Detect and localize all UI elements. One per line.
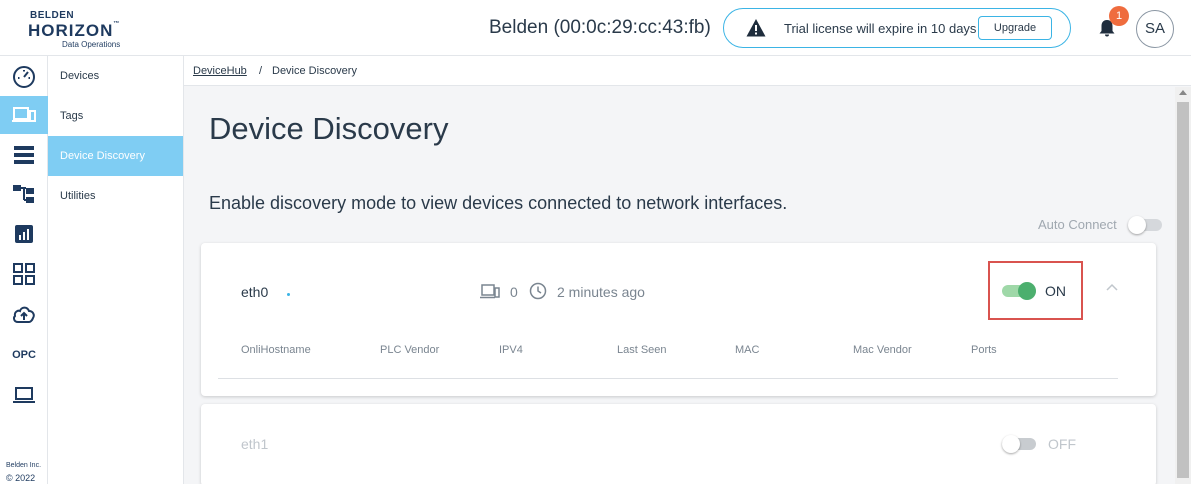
rail-item-laptop[interactable] bbox=[0, 376, 48, 414]
trial-license-banner: Trial license will expire in 10 days Upg… bbox=[723, 8, 1071, 48]
table-divider bbox=[218, 378, 1118, 379]
laptop-icon bbox=[13, 387, 35, 403]
rail-item-dashboard[interactable] bbox=[0, 58, 48, 96]
column-header-ports[interactable]: Ports bbox=[971, 344, 997, 356]
subnav-item-device-discovery[interactable]: Device Discovery bbox=[48, 136, 183, 176]
trial-license-text: Trial license will expire in 10 days bbox=[784, 21, 977, 36]
breadcrumb-devicehub[interactable]: DeviceHub bbox=[193, 65, 247, 77]
footer-copyright: © 2022 bbox=[6, 473, 36, 483]
eth1-status-label: OFF bbox=[1048, 436, 1076, 452]
toggle-knob bbox=[1002, 435, 1020, 453]
column-header-mac-vendor[interactable]: Mac Vendor bbox=[853, 344, 912, 356]
logo-line-1: BELDEN bbox=[30, 10, 75, 21]
rail-item-cloud[interactable] bbox=[0, 296, 48, 334]
upgrade-button[interactable]: Upgrade bbox=[978, 16, 1052, 40]
clock-icon bbox=[529, 282, 547, 300]
status-dot-icon bbox=[287, 293, 290, 296]
breadcrumb: DeviceHub / Device Discovery bbox=[184, 56, 1191, 86]
logo-line-2: HORIZON™ bbox=[28, 21, 121, 40]
subnav-item-tags[interactable]: Tags bbox=[48, 96, 183, 136]
cloud-upload-icon bbox=[13, 306, 35, 323]
page-description: Enable discovery mode to view devices co… bbox=[209, 193, 788, 213]
toggle-knob bbox=[1128, 216, 1146, 234]
devices-icon bbox=[12, 107, 36, 122]
column-header-ipv4[interactable]: IPV4 bbox=[499, 344, 523, 356]
footer-company: Belden Inc. bbox=[6, 462, 42, 469]
eth0-status-label: ON bbox=[1045, 283, 1066, 299]
column-header-hostname[interactable]: OnliHostname bbox=[241, 344, 311, 356]
subnav-item-devices[interactable]: Devices bbox=[48, 56, 183, 96]
page-title: Device Discovery bbox=[209, 111, 449, 146]
interface-name: eth0 bbox=[241, 284, 269, 300]
user-avatar[interactable]: SA bbox=[1136, 10, 1174, 48]
rail-item-opc[interactable]: OPC bbox=[0, 336, 48, 374]
breadcrumb-current: Device Discovery bbox=[272, 65, 357, 77]
rail-item-list[interactable] bbox=[0, 136, 48, 174]
last-seen-time: 2 minutes ago bbox=[557, 284, 645, 300]
devices-count-icon bbox=[480, 284, 500, 299]
app-header: BELDEN HORIZON™ Data Operations Belden (… bbox=[0, 0, 1191, 56]
interface-name: eth1 bbox=[241, 436, 269, 452]
auto-connect-toggle[interactable] bbox=[1128, 216, 1162, 234]
subnav-item-utilities[interactable]: Utilities bbox=[48, 176, 183, 216]
column-header-last-seen[interactable]: Last Seen bbox=[617, 344, 667, 356]
list-icon bbox=[14, 146, 34, 164]
copyright-footer: Belden Inc. © 2022 bbox=[6, 460, 41, 484]
rail-item-devices[interactable] bbox=[0, 96, 48, 134]
column-header-mac[interactable]: MAC bbox=[735, 344, 759, 356]
device-count: 0 bbox=[510, 284, 518, 300]
rail-item-analytics[interactable] bbox=[0, 215, 48, 253]
rail-item-hierarchy[interactable] bbox=[0, 175, 48, 213]
warning-icon bbox=[746, 19, 766, 37]
eth0-discovery-toggle[interactable] bbox=[1002, 282, 1036, 300]
chevron-up-icon[interactable] bbox=[1105, 283, 1119, 293]
interface-card-eth0: eth0 0 2 minutes ago ON OnliHostname PLC… bbox=[201, 243, 1156, 396]
notification-badge[interactable]: 1 bbox=[1109, 6, 1129, 26]
toggle-knob bbox=[1018, 282, 1036, 300]
interface-card-eth1: eth1 OFF bbox=[201, 404, 1156, 484]
hierarchy-icon bbox=[13, 185, 34, 203]
dashboard-gauge-icon bbox=[13, 66, 35, 88]
column-header-plc-vendor[interactable]: PLC Vendor bbox=[380, 344, 439, 356]
analytics-icon bbox=[15, 225, 33, 243]
apps-grid-icon bbox=[13, 263, 35, 285]
main-content: DeviceHub / Device Discovery Device Disc… bbox=[184, 56, 1191, 484]
scrollbar-thumb[interactable] bbox=[1177, 102, 1189, 478]
breadcrumb-separator: / bbox=[259, 65, 263, 77]
sub-navigation: Devices Tags Device Discovery Utilities bbox=[48, 56, 184, 484]
scroll-up-arrow-icon[interactable] bbox=[1179, 90, 1187, 95]
logo-line-3: Data Operations bbox=[62, 40, 121, 49]
device-title: Belden (00:0c:29:cc:43:fb) bbox=[489, 17, 711, 38]
belden-horizon-logo[interactable]: BELDEN HORIZON™ Data Operations bbox=[28, 10, 121, 49]
icon-rail: OPC Belden Inc. © 2022 bbox=[0, 56, 48, 484]
auto-connect-label: Auto Connect bbox=[1038, 217, 1117, 232]
rail-item-apps[interactable] bbox=[0, 255, 48, 293]
opc-label: OPC bbox=[12, 349, 36, 361]
eth1-discovery-toggle[interactable] bbox=[1002, 435, 1036, 453]
